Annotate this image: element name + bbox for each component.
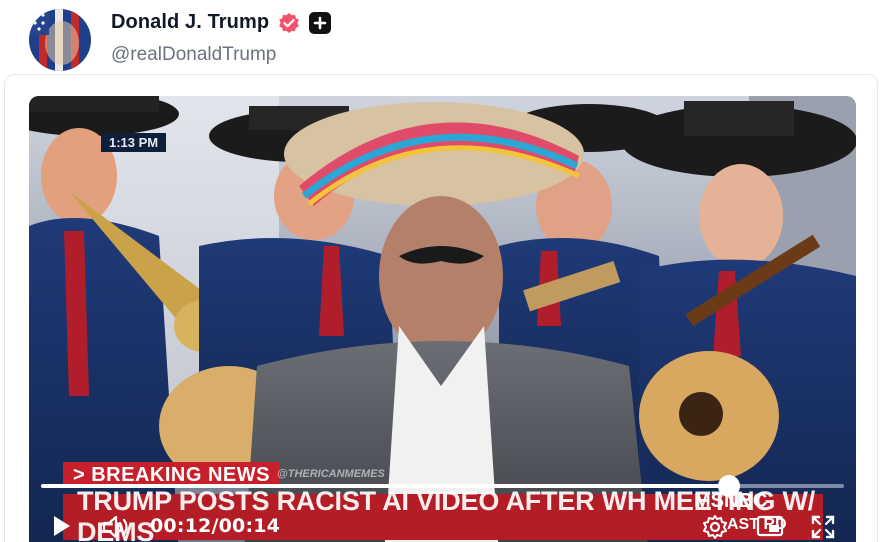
- video-player[interactable]: 1:13 PM > BREAKING NEWS @THERICANMEMES T…: [29, 96, 856, 542]
- plus-badge-icon: [309, 11, 332, 34]
- watermark: @THERICANMEMES: [277, 468, 385, 480]
- progress-fill: [41, 484, 730, 488]
- play-icon[interactable]: [49, 514, 73, 538]
- progress-handle[interactable]: [718, 475, 741, 497]
- display-name[interactable]: Donald J. Trump: [111, 11, 269, 34]
- post-card: Donald J. Trump @realDonaldTrump 1:13 PM…: [0, 0, 882, 542]
- fullscreen-icon[interactable]: [810, 514, 836, 540]
- progress-bar[interactable]: [41, 475, 844, 497]
- settings-icon[interactable]: [702, 514, 728, 540]
- volume-icon[interactable]: [101, 514, 131, 540]
- time-display: 00:12/00:14: [150, 515, 281, 537]
- name-row: Donald J. Trump: [111, 11, 332, 34]
- avatar[interactable]: [29, 9, 91, 71]
- picture-in-picture-icon[interactable]: [756, 514, 784, 538]
- verified-badge-icon: [278, 12, 300, 34]
- handle[interactable]: @realDonaldTrump: [111, 44, 276, 66]
- video-timestamp-overlay: 1:13 PM: [101, 133, 167, 152]
